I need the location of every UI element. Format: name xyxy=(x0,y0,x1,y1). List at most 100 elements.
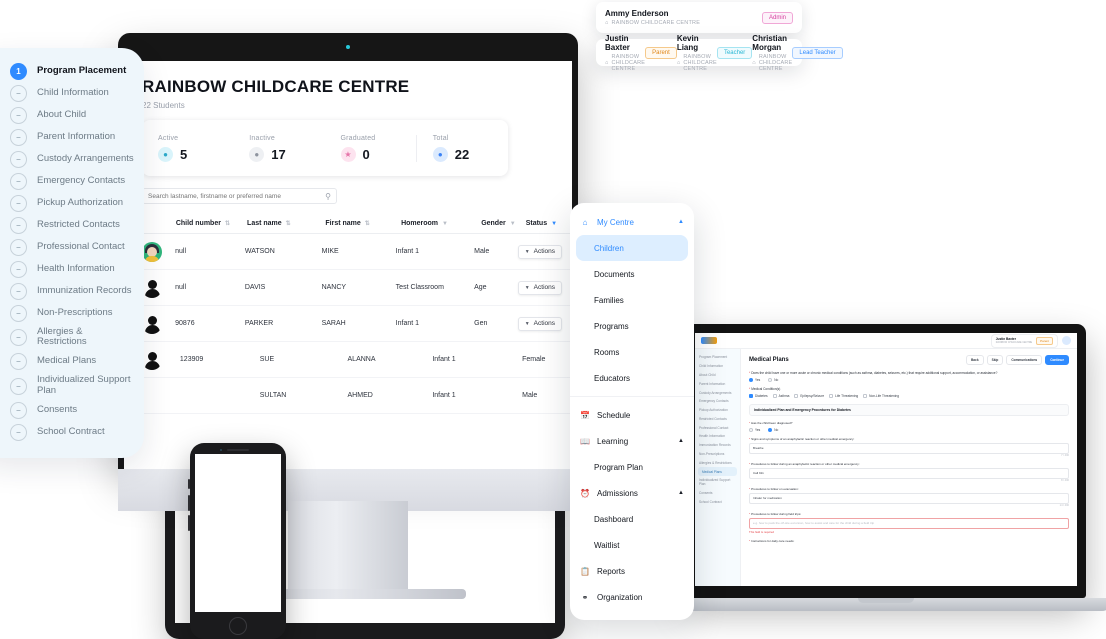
checkbox-asthma[interactable]: Asthma xyxy=(772,394,789,398)
nav-group-admissions[interactable]: ⏰ Admissions ▲ xyxy=(570,480,694,506)
list-item[interactable]: Christian Morgan ⌂ RAINBOW CHILDCARE CEN… xyxy=(752,34,843,72)
accordion-diabetes-plan[interactable]: Individualized Plan and Emergency Proced… xyxy=(749,404,1069,416)
conditions-checkbox-group[interactable]: Diabetes Asthma Epilepsy/Seizure Life Th… xyxy=(749,394,1069,398)
sidebar-item-medical-plans[interactable]: – Medical Plans xyxy=(0,351,134,373)
table-row[interactable]: null DAVIS NANCY Test Classroom Age ▼ Ac… xyxy=(124,270,572,306)
column-homeroom[interactable]: Homeroom ▼ xyxy=(401,220,481,227)
continue-button[interactable]: Continue xyxy=(1045,355,1069,365)
skip-button[interactable]: Skip xyxy=(986,355,1004,365)
filter-icon-active[interactable]: ▼ xyxy=(551,221,557,227)
sidebar-item-parent-information[interactable]: – Parent Information xyxy=(0,126,134,148)
search-icon[interactable]: ⚲ xyxy=(325,192,331,201)
table-row[interactable]: 90876 PARKER SARAH Infant 1 Gen ▼ Action… xyxy=(124,306,572,342)
table-row[interactable]: SULTAN AHMED Infant 1 Male xyxy=(124,378,572,414)
nav-item-children[interactable]: Children xyxy=(576,235,688,261)
nav-item-programs[interactable]: Programs xyxy=(570,313,694,339)
radio-yes[interactable]: Yes xyxy=(749,428,760,432)
sidebar-item-medical-plans[interactable]: Medical Plans xyxy=(698,467,737,476)
checkbox-diabetes[interactable]: Diabetes xyxy=(749,394,768,398)
nav-item-educators[interactable]: Educators xyxy=(570,365,694,391)
sidebar-item[interactable]: Custody Arrangements xyxy=(695,388,740,397)
communications-button[interactable]: Communications xyxy=(1006,355,1043,365)
column-last-name[interactable]: Last name ⇅ xyxy=(247,220,325,227)
sidebar-item[interactable]: School Contract xyxy=(695,498,740,507)
row-actions-button[interactable]: ▼ Actions xyxy=(517,280,562,295)
procedures-evacuation-input[interactable]: Inhaler for medication xyxy=(749,493,1069,504)
sidebar-item[interactable]: Program Placement xyxy=(695,353,740,362)
filter-icon[interactable]: ▼ xyxy=(442,221,448,227)
nav-item-documents[interactable]: Documents xyxy=(570,261,694,287)
radio-yes[interactable]: Yes xyxy=(749,378,760,382)
sidebar-item[interactable]: Child Information xyxy=(695,362,740,371)
radio-no[interactable]: No xyxy=(768,378,778,382)
sidebar-item[interactable]: Professional Contact xyxy=(695,423,740,432)
sidebar-item[interactable]: Allergies & Restrictions xyxy=(695,458,740,467)
nav-group-learning[interactable]: 📖 Learning ▲ xyxy=(570,428,694,454)
iphone-home-button[interactable] xyxy=(229,617,247,635)
sidebar-item-about-child[interactable]: – About Child xyxy=(0,104,134,126)
user-chip[interactable]: Justin Baxter RAINBOW CHILDCARE CENTRE P… xyxy=(990,333,1058,348)
table-row[interactable]: null WATSON MIKE Infant 1 Male ▼ Actions xyxy=(124,234,572,270)
radio-no[interactable]: No xyxy=(768,428,778,432)
sidebar-item-professional-contact[interactable]: – Professional Contact xyxy=(0,236,134,258)
sidebar-item-health-information[interactable]: – Health Information xyxy=(0,258,134,280)
sidebar-item-custody-arrangements[interactable]: – Custody Arrangements xyxy=(0,148,134,170)
sidebar-item-non-prescriptions[interactable]: – Non-Prescriptions xyxy=(0,302,134,324)
sidebar-item[interactable]: Consents xyxy=(695,489,740,498)
procedures-emergency-input[interactable]: Call 911 xyxy=(749,468,1069,479)
sidebar-item[interactable]: Restricted Contacts xyxy=(695,414,740,423)
sort-icon[interactable]: ⇅ xyxy=(225,220,230,227)
sidebar-item[interactable]: Pickup Authorization xyxy=(695,406,740,415)
checkbox-epilepsy[interactable]: Epilepsy/Seizure xyxy=(794,394,824,398)
nav-item-program-plan[interactable]: Program Plan xyxy=(570,454,694,480)
column-gender[interactable]: Gender ▼ xyxy=(481,220,526,227)
sort-icon[interactable]: ⇅ xyxy=(365,220,370,227)
column-first-name[interactable]: First name ⇅ xyxy=(325,220,401,227)
sidebar-item[interactable]: Health Information xyxy=(695,432,740,441)
sidebar-item-consents[interactable]: – Consents xyxy=(0,400,134,422)
nav-item-dashboard[interactable]: Dashboard xyxy=(570,506,694,532)
sidebar-item-program-placement[interactable]: 1 Program Placement xyxy=(0,60,134,82)
sort-icon[interactable]: ⇅ xyxy=(286,220,291,227)
sidebar-item-child-information[interactable]: – Child Information xyxy=(0,82,134,104)
sidebar-item-pickup-authorization[interactable]: – Pickup Authorization xyxy=(0,192,134,214)
checkbox-non-life-threatening[interactable]: Non-Life Threatening xyxy=(863,394,899,398)
chevron-up-icon[interactable]: ▲ xyxy=(678,490,684,496)
list-item[interactable]: Kevin Liang ⌂ RAINBOW CHILDCARE CENTRE T… xyxy=(677,34,753,72)
search-box[interactable]: ⚲ xyxy=(142,188,337,204)
signs-symptoms-input[interactable]: Breathe xyxy=(749,443,1069,454)
diagnosed-radio-group[interactable]: Yes No xyxy=(749,428,1069,432)
nav-item-families[interactable]: Families xyxy=(570,287,694,313)
sidebar-item-emergency-contacts[interactable]: – Emergency Contacts xyxy=(0,170,134,192)
sidebar-item[interactable]: Parent Information xyxy=(695,379,740,388)
chevron-up-icon[interactable]: ▲ xyxy=(678,219,684,225)
nav-item-organization[interactable]: ⚭ Organization xyxy=(570,584,694,610)
nav-group-my-centre[interactable]: ⌂ My Centre ▲ xyxy=(570,209,694,235)
nav-item-waitlist[interactable]: Waitlist xyxy=(570,532,694,558)
user-card-highlighted[interactable]: Ammy Enderson ⌂ RAINBOW CHILDCARE CENTRE… xyxy=(596,2,802,33)
chevron-up-icon[interactable]: ▲ xyxy=(678,438,684,444)
sidebar-item[interactable]: Emergency Contacts xyxy=(695,397,740,406)
checkbox-life-threatening[interactable]: Life Threatening xyxy=(829,394,858,398)
row-actions-button[interactable]: ▼ Actions xyxy=(517,316,562,331)
search-input[interactable] xyxy=(148,192,326,200)
nav-item-schedule[interactable]: 📅 Schedule xyxy=(570,402,694,428)
sidebar-item[interactable]: Individualized Support Plan xyxy=(695,476,740,489)
sidebar-item-allergies-restrictions[interactable]: – Allergies & Restrictions xyxy=(0,324,134,351)
sidebar-item[interactable]: Immunization Records xyxy=(695,441,740,450)
iphone-mute-switch[interactable] xyxy=(188,479,190,489)
column-status[interactable]: Status ▼ xyxy=(526,220,572,227)
sidebar-item-school-contract[interactable]: – School Contract xyxy=(0,422,134,444)
iphone-volume-down-button[interactable] xyxy=(188,515,190,531)
back-button[interactable]: Back xyxy=(965,355,984,365)
row-actions-button[interactable]: ▼ Actions xyxy=(517,244,562,259)
sidebar-item-restricted-contacts[interactable]: – Restricted Contacts xyxy=(0,214,134,236)
nav-item-rooms[interactable]: Rooms xyxy=(570,339,694,365)
sidebar-item[interactable]: Non-Prescriptions xyxy=(695,450,740,459)
filter-icon[interactable]: ▼ xyxy=(510,221,516,227)
sidebar-item-individualized-support-plan[interactable]: – Individualized Support Plan xyxy=(0,373,134,400)
column-child-number[interactable]: Child number ⇅ xyxy=(176,220,247,227)
nav-item-reports[interactable]: 📋 Reports xyxy=(570,558,694,584)
procedures-field-trips-input[interactable]: e.g. how to pack the off-site excursion,… xyxy=(749,518,1069,529)
sidebar-item[interactable]: About Child xyxy=(695,371,740,380)
